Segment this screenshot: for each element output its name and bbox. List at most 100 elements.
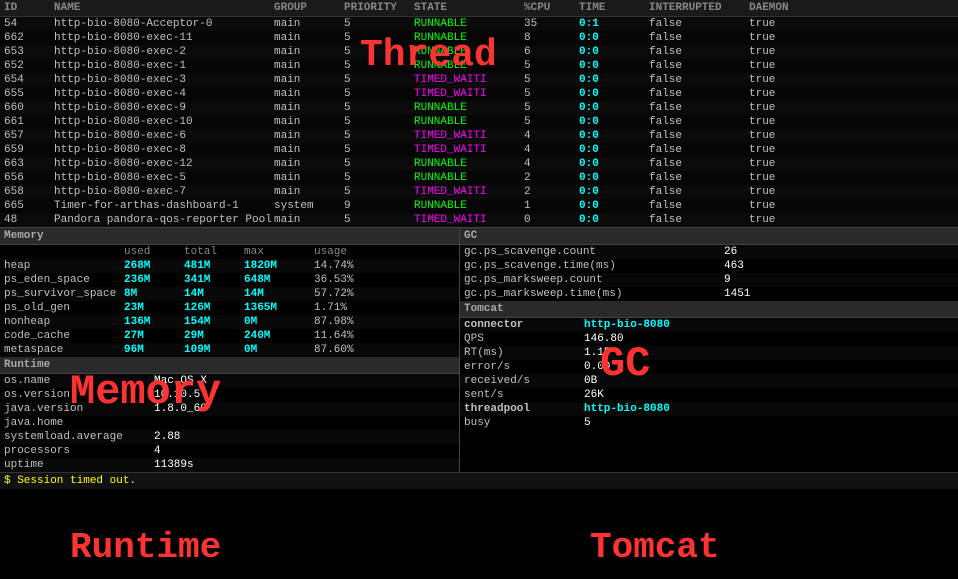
cell-group: system xyxy=(274,200,344,212)
gc-value: 26 xyxy=(724,246,954,258)
cell-priority: 5 xyxy=(344,158,414,170)
cell-cpu: 2 xyxy=(524,172,579,184)
cell-interrupted: false xyxy=(649,186,749,198)
cell-priority: 5 xyxy=(344,214,414,226)
memory-row: metaspace 96M 109M 0M 87.60% xyxy=(0,343,459,357)
col-header-cpu: %CPU xyxy=(524,2,579,14)
cell-daemon: true xyxy=(749,32,809,44)
table-row: 659 http-bio-8080-exec-8 main 5 TIMED_WA… xyxy=(0,143,958,157)
tomcat-name: sent/s xyxy=(464,389,584,401)
gc-section: GC gc.ps_scavenge.count 26 gc.ps_scaveng… xyxy=(460,228,958,301)
tomcat-row: threadpool http-bio-8080 xyxy=(460,402,958,416)
left-column: Memory used total max usage heap 268M 48… xyxy=(0,228,460,472)
cell-cpu: 6 xyxy=(524,46,579,58)
mem-usage: 87.98% xyxy=(314,316,374,328)
mem-used: 268M xyxy=(124,260,184,272)
tomcat-value: http-bio-8080 xyxy=(584,319,954,331)
cell-group: main xyxy=(274,32,344,44)
runtime-section-header: Runtime xyxy=(0,357,459,374)
cell-name: Pandora pandora-qos-reporter Pool xyxy=(54,214,274,226)
runtime-row: os.name Mac OS X xyxy=(0,374,459,388)
mem-used: 27M xyxy=(124,330,184,342)
cell-daemon: true xyxy=(749,116,809,128)
cell-cpu: 5 xyxy=(524,88,579,100)
runtime-section: Runtime os.name Mac OS X os.version 10.1… xyxy=(0,357,459,472)
rt-value: 11389s xyxy=(154,459,455,471)
cell-cpu: 4 xyxy=(524,130,579,142)
mem-total: 126M xyxy=(184,302,244,314)
mem-h-usage: usage xyxy=(314,246,374,258)
memory-big-label: Memory xyxy=(70,368,221,416)
tomcat-name: received/s xyxy=(464,375,584,387)
gc-name: gc.ps_marksweep.count xyxy=(464,274,724,286)
cell-time: 0:0 xyxy=(579,60,649,72)
cell-state: TIMED_WAITI xyxy=(414,144,524,156)
col-header-daemon: DAEMON xyxy=(749,2,809,14)
cell-id: 657 xyxy=(4,130,54,142)
mem-total: 481M xyxy=(184,260,244,272)
cell-name: http-bio-8080-exec-10 xyxy=(54,116,274,128)
cell-daemon: true xyxy=(749,186,809,198)
cell-state: TIMED_WAITI xyxy=(414,186,524,198)
mem-name: ps_survivor_space xyxy=(4,288,124,300)
cell-daemon: true xyxy=(749,60,809,72)
mem-name: ps_old_gen xyxy=(4,302,124,314)
cell-daemon: true xyxy=(749,18,809,30)
memory-section-header: Memory xyxy=(0,228,459,245)
bottom-grid: Memory used total max usage heap 268M 48… xyxy=(0,227,958,472)
cell-interrupted: false xyxy=(649,46,749,58)
cell-id: 663 xyxy=(4,158,54,170)
cell-priority: 5 xyxy=(344,18,414,30)
cell-state: TIMED_WAITI xyxy=(414,88,524,100)
cell-cpu: 35 xyxy=(524,18,579,30)
cell-priority: 5 xyxy=(344,144,414,156)
mem-h-name xyxy=(4,246,124,258)
cell-daemon: true xyxy=(749,172,809,184)
cell-cpu: 4 xyxy=(524,158,579,170)
cell-name: http-bio-8080-exec-7 xyxy=(54,186,274,198)
cell-time: 0:0 xyxy=(579,200,649,212)
tomcat-name: busy xyxy=(464,417,584,429)
gc-row: gc.ps_scavenge.time(ms) 463 xyxy=(460,259,958,273)
col-header-time: TIME xyxy=(579,2,649,14)
cell-time: 0:0 xyxy=(579,130,649,142)
cell-priority: 5 xyxy=(344,130,414,142)
table-row: 54 http-bio-8080-Acceptor-0 main 5 RUNNA… xyxy=(0,17,958,31)
mem-h-max: max xyxy=(244,246,314,258)
cell-interrupted: false xyxy=(649,116,749,128)
gc-row: gc.ps_marksweep.time(ms) 1451 xyxy=(460,287,958,301)
tomcat-value: 5 xyxy=(584,417,954,429)
tomcat-row: QPS 146.80 xyxy=(460,332,958,346)
gc-value: 1451 xyxy=(724,288,954,300)
mem-total: 154M xyxy=(184,316,244,328)
tomcat-section: Tomcat connector http-bio-8080 QPS 146.8… xyxy=(460,301,958,430)
runtime-row: java.home xyxy=(0,416,459,430)
table-row: 656 http-bio-8080-exec-5 main 5 RUNNABLE… xyxy=(0,171,958,185)
cell-name: http-bio-8080-exec-6 xyxy=(54,130,274,142)
col-header-id: ID xyxy=(4,2,54,14)
mem-name: nonheap xyxy=(4,316,124,328)
col-header-group: GROUP xyxy=(274,2,344,14)
cell-group: main xyxy=(274,158,344,170)
mem-max: 0M xyxy=(244,344,314,356)
cell-group: main xyxy=(274,102,344,114)
mem-usage: 57.72% xyxy=(314,288,374,300)
cell-id: 660 xyxy=(4,102,54,114)
tomcat-name: threadpool xyxy=(464,403,584,415)
tomcat-value: http-bio-8080 xyxy=(584,403,954,415)
gc-row: gc.ps_marksweep.count 9 xyxy=(460,273,958,287)
cell-name: http-bio-8080-Acceptor-0 xyxy=(54,18,274,30)
cell-daemon: true xyxy=(749,74,809,86)
col-header-name: NAME xyxy=(54,2,274,14)
rt-value: 2.88 xyxy=(154,431,455,443)
cell-daemon: true xyxy=(749,88,809,100)
col-header-state: STATE xyxy=(414,2,524,14)
cell-daemon: true xyxy=(749,158,809,170)
runtime-rows: os.name Mac OS X os.version 10.10.5 java… xyxy=(0,374,459,472)
cell-state: RUNNABLE xyxy=(414,200,524,212)
rt-name: processors xyxy=(4,445,154,457)
rt-name: java.home xyxy=(4,417,154,429)
cell-state: RUNNABLE xyxy=(414,116,524,128)
cell-group: main xyxy=(274,18,344,30)
mem-name: code_cache xyxy=(4,330,124,342)
